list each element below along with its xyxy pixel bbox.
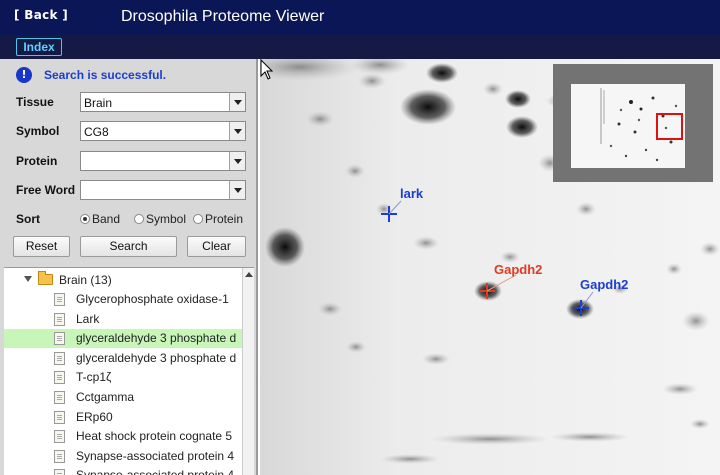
- back-button[interactable]: [ Back ]: [14, 8, 68, 22]
- sort-label: Sort: [16, 212, 40, 226]
- marker-label-lark: lark: [400, 186, 424, 201]
- chevron-down-icon[interactable]: [229, 122, 245, 140]
- document-icon: [54, 391, 65, 404]
- tissue-value: Brain: [84, 96, 113, 110]
- tissue-select[interactable]: Brain: [80, 92, 246, 112]
- tree-item-label: Heat shock protein cognate 5: [76, 429, 233, 444]
- radio-icon: [134, 214, 144, 224]
- sort-option-label: Band: [92, 212, 121, 226]
- tree-item-label: Synapse-associated protein 4: [76, 468, 234, 475]
- sort-radio-group: Band Symbol Protein: [80, 212, 250, 228]
- tree-item[interactable]: T-cp1ζ: [4, 368, 242, 387]
- clear-button[interactable]: Clear: [187, 236, 246, 257]
- scroll-up-icon[interactable]: [245, 272, 253, 277]
- freeword-label: Free Word: [16, 183, 76, 197]
- tree-item-label: glyceraldehyde 3 phosphate d: [76, 350, 237, 365]
- document-icon: [54, 449, 65, 463]
- app-title: Drosophila Proteome Viewer: [121, 8, 325, 25]
- tree-item[interactable]: Synapse-associated protein 4: [4, 447, 242, 466]
- document-icon: [54, 312, 65, 326]
- tree-item[interactable]: glyceraldehyde 3 phosphate d: [4, 349, 242, 368]
- tree-item[interactable]: glyceraldehyde 3 phosphate d: [4, 329, 242, 349]
- radio-icon: [193, 214, 203, 224]
- sort-option-label: Symbol: [146, 212, 187, 226]
- tree-item-label: T-cp1ζ: [76, 370, 112, 385]
- minimap-viewport[interactable]: [656, 113, 683, 140]
- marker-label-gapdh2-red: Gapdh2: [494, 262, 543, 277]
- reset-button[interactable]: Reset: [13, 236, 70, 257]
- document-icon: [54, 351, 65, 365]
- document-icon: [54, 371, 65, 385]
- tree-root-label: Brain (13): [59, 273, 112, 287]
- tree-item-label: ERp60: [76, 409, 113, 424]
- symbol-input[interactable]: CG8: [80, 121, 246, 141]
- sort-option-label: Protein: [205, 212, 244, 226]
- search-button[interactable]: Search: [80, 236, 177, 257]
- sort-band-radio[interactable]: Band: [80, 212, 120, 226]
- search-panel: ! Search is successful. Tissue Brain Sym…: [0, 59, 258, 475]
- tree-item-label: Glycerophosphate oxidase-1: [76, 292, 229, 306]
- tree-item[interactable]: Cctgamma: [4, 388, 242, 407]
- index-button[interactable]: Index: [16, 38, 62, 56]
- tree-item-label: Synapse-associated protein 4: [76, 448, 235, 463]
- tree-item[interactable]: Synapse-associated protein 4: [4, 466, 242, 475]
- tree-item[interactable]: Heat shock protein cognate 5: [4, 427, 242, 446]
- chevron-down-icon[interactable]: [24, 276, 32, 282]
- tree-item[interactable]: Glycerophosphate oxidase-1: [4, 290, 242, 309]
- header-bar: [ Back ] Drosophila Proteome Viewer: [0, 0, 720, 35]
- result-tree: Brain (13) Glycerophosphate oxidase-1 Lar…: [4, 267, 254, 475]
- protein-input[interactable]: [80, 151, 246, 171]
- marker-label-gapdh2-blue: Gapdh2: [580, 277, 629, 292]
- document-icon: [54, 410, 65, 424]
- chevron-down-icon[interactable]: [229, 152, 245, 170]
- sub-navigation-bar: Index: [0, 35, 720, 59]
- sort-protein-radio[interactable]: Protein: [193, 212, 243, 226]
- tree-item[interactable]: ERp60: [4, 408, 242, 427]
- status-text: Search is successful.: [44, 68, 167, 82]
- chevron-down-icon[interactable]: [229, 93, 245, 111]
- gel-minimap[interactable]: [553, 64, 713, 182]
- info-icon: !: [16, 67, 32, 83]
- protein-label: Protein: [16, 154, 58, 168]
- mouse-cursor-icon: [260, 59, 274, 80]
- radio-selected-icon: [80, 214, 90, 224]
- tree-item-label: glyceraldehyde 3 phosphate d: [76, 331, 237, 346]
- document-icon: [54, 332, 65, 346]
- symbol-value: CG8: [84, 125, 109, 139]
- document-icon: [54, 430, 65, 444]
- tree-item[interactable]: Lark: [4, 310, 242, 329]
- freeword-input[interactable]: [80, 180, 246, 200]
- tree-item-label: Cctgamma: [76, 390, 135, 404]
- tree-scrollbar[interactable]: [242, 268, 254, 475]
- document-icon: [54, 293, 65, 306]
- chevron-down-icon[interactable]: [229, 181, 245, 199]
- tree-item-label: Lark: [76, 311, 100, 326]
- gel-image-viewer[interactable]: lark Gapdh2 Gapdh2: [260, 59, 720, 475]
- folder-open-icon: [38, 271, 53, 285]
- document-icon: [54, 469, 65, 475]
- symbol-label: Symbol: [16, 124, 60, 138]
- tissue-label: Tissue: [16, 95, 54, 109]
- sort-symbol-radio[interactable]: Symbol: [134, 212, 186, 226]
